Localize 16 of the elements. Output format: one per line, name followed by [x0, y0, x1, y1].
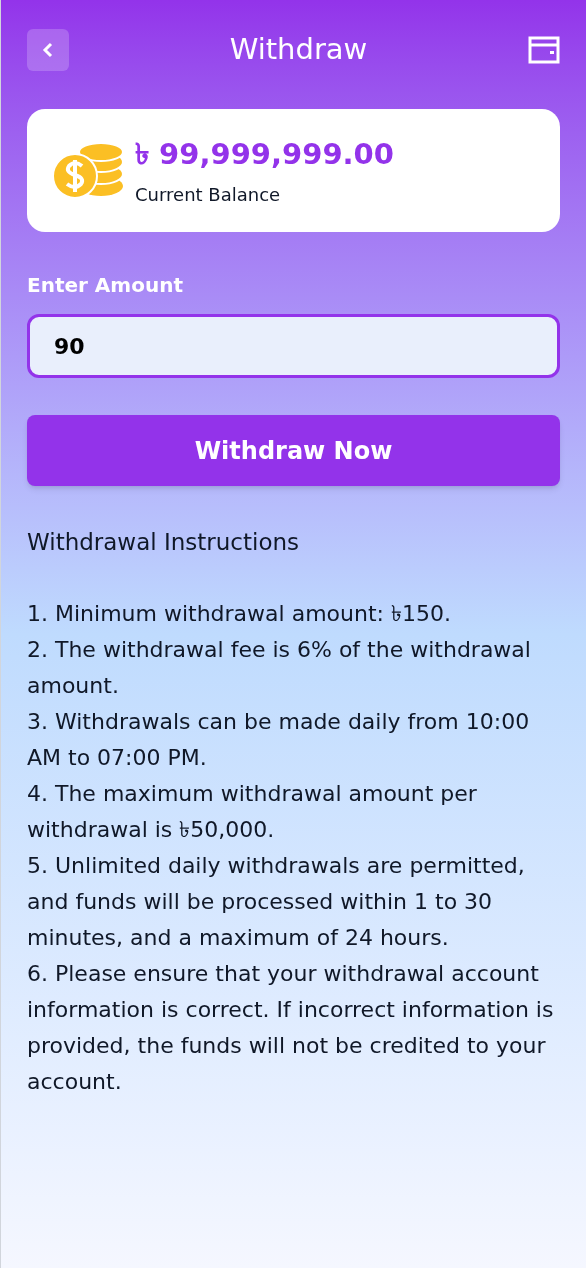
instruction-item: 1. Minimum withdrawal amount: ৳150.	[27, 600, 452, 628]
amount-input[interactable]: 90	[27, 314, 560, 378]
instruction-item: 5. Unlimited daily withdrawals are permitted, and funds will be processed within 1 to 30 minutes, and a maximum of 24 hours.	[27, 852, 526, 952]
instruction-item: 3. Withdrawals can be made daily from 10:00 AM to 07:00 PM.	[27, 708, 531, 772]
amount-label: Enter Amount	[27, 272, 184, 299]
instruction-item: 6. Please ensure that your withdrawal account information is correct. If incorrect information is provided, the funds will not be credited to your account.	[27, 960, 555, 1096]
instruction-item: 4. The maximum withdrawal amount per withdrawal is ৳50,000.	[27, 780, 478, 844]
balance-amount: ৳ 99,999,999.00	[135, 136, 394, 174]
instructions-title: Withdrawal Instructions	[27, 528, 301, 557]
wallet-icon[interactable]	[528, 36, 560, 64]
back-button[interactable]	[27, 29, 69, 71]
instruction-item: 2. The withdrawal fee is 6% of the withdrawal amount.	[27, 636, 532, 700]
withdraw-now-button[interactable]: Withdraw Now	[27, 415, 560, 486]
balance-label: Current Balance	[135, 182, 282, 207]
page-title: Withdraw	[229, 31, 368, 69]
back-icon	[42, 42, 54, 58]
